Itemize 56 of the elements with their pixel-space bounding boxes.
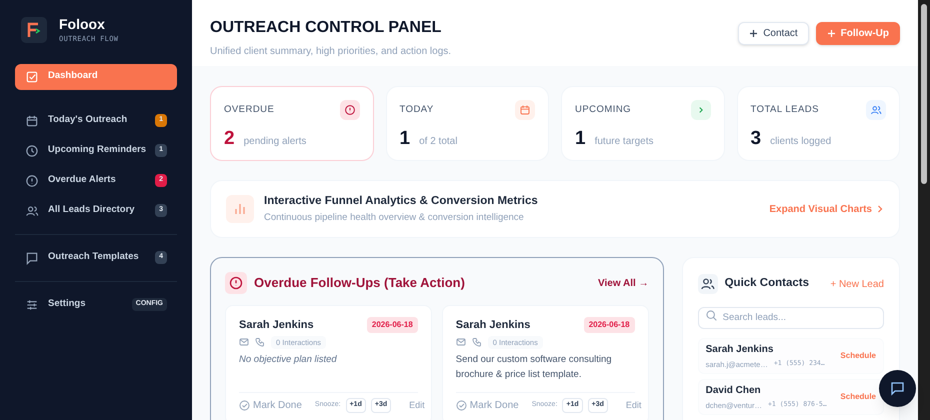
stat-label: UPCOMING xyxy=(575,102,632,117)
clock-icon xyxy=(25,144,39,158)
stat-value: 3 xyxy=(750,127,762,151)
funnel-title: Interactive Funnel Analytics & Conversion Metrics xyxy=(264,194,539,210)
contact-button[interactable]: Contact xyxy=(738,22,809,45)
stat-caption: clients logged xyxy=(770,135,832,149)
chat-button[interactable] xyxy=(879,370,916,407)
panel-title: Overdue Follow-Ups (Take Action) xyxy=(254,274,466,292)
stat-caption: pending alerts xyxy=(244,135,306,149)
stat-label: OVERDUE xyxy=(224,102,274,117)
page-subtitle: Unified client summary, high priorities, and action logs. xyxy=(210,45,452,59)
mail-icon xyxy=(456,337,466,348)
chat-icon xyxy=(25,250,39,264)
date-badge: 2026-06-18 xyxy=(584,317,635,334)
stat-value: 2 xyxy=(224,127,235,151)
alert-icon xyxy=(344,104,356,116)
search-field[interactable]: Search leads... xyxy=(698,306,884,328)
search-icon xyxy=(706,310,717,320)
chat-icon xyxy=(890,381,905,396)
plus-icon xyxy=(826,29,836,38)
stat-label: TOTAL LEADS xyxy=(750,102,819,117)
stat-label: TODAY xyxy=(400,102,434,117)
alert-icon xyxy=(25,174,39,188)
users-icon xyxy=(870,104,882,116)
panel-title: Quick Contacts xyxy=(724,276,810,292)
calendar-icon xyxy=(25,114,39,128)
stat-caption: of 2 total xyxy=(419,135,458,149)
check-circle-icon xyxy=(456,400,467,411)
phone-icon xyxy=(472,337,482,348)
stat-value: 1 xyxy=(400,127,410,151)
note-text: No objective plan listed xyxy=(239,352,338,367)
funnel-subtitle: Continuous pipeline health overview & conversion intelligence xyxy=(264,210,525,224)
phone-icon xyxy=(255,337,265,348)
contact-name: Sarah Jenkins xyxy=(456,318,530,333)
date-badge: 2026-06-18 xyxy=(366,317,418,334)
view-all-link[interactable]: View All → xyxy=(598,276,649,290)
note-text: Send our custom software consulting brochure & price list template. xyxy=(456,352,613,382)
users-icon xyxy=(25,204,39,218)
contact-name: David Chen xyxy=(706,384,762,398)
checkbox-icon xyxy=(25,70,39,84)
stat-caption: future targets xyxy=(594,135,654,149)
brand-name: Foloox xyxy=(59,16,106,32)
plus-icon xyxy=(749,29,758,38)
logo-icon xyxy=(21,17,47,44)
contact-name: Sarah Jenkins xyxy=(706,342,774,356)
contact-name: Sarah Jenkins xyxy=(239,318,314,333)
check-circle-icon xyxy=(239,400,250,411)
mail-icon xyxy=(239,337,249,348)
chevron-right-icon xyxy=(876,205,884,213)
bar-chart-icon xyxy=(226,195,254,223)
stat-value: 1 xyxy=(575,127,586,151)
users-icon xyxy=(698,274,718,294)
calendar-icon xyxy=(519,104,531,116)
sliders-icon xyxy=(25,298,39,312)
alert-icon xyxy=(225,272,247,294)
page-title: OUTREACH CONTROL PANEL xyxy=(210,18,442,38)
